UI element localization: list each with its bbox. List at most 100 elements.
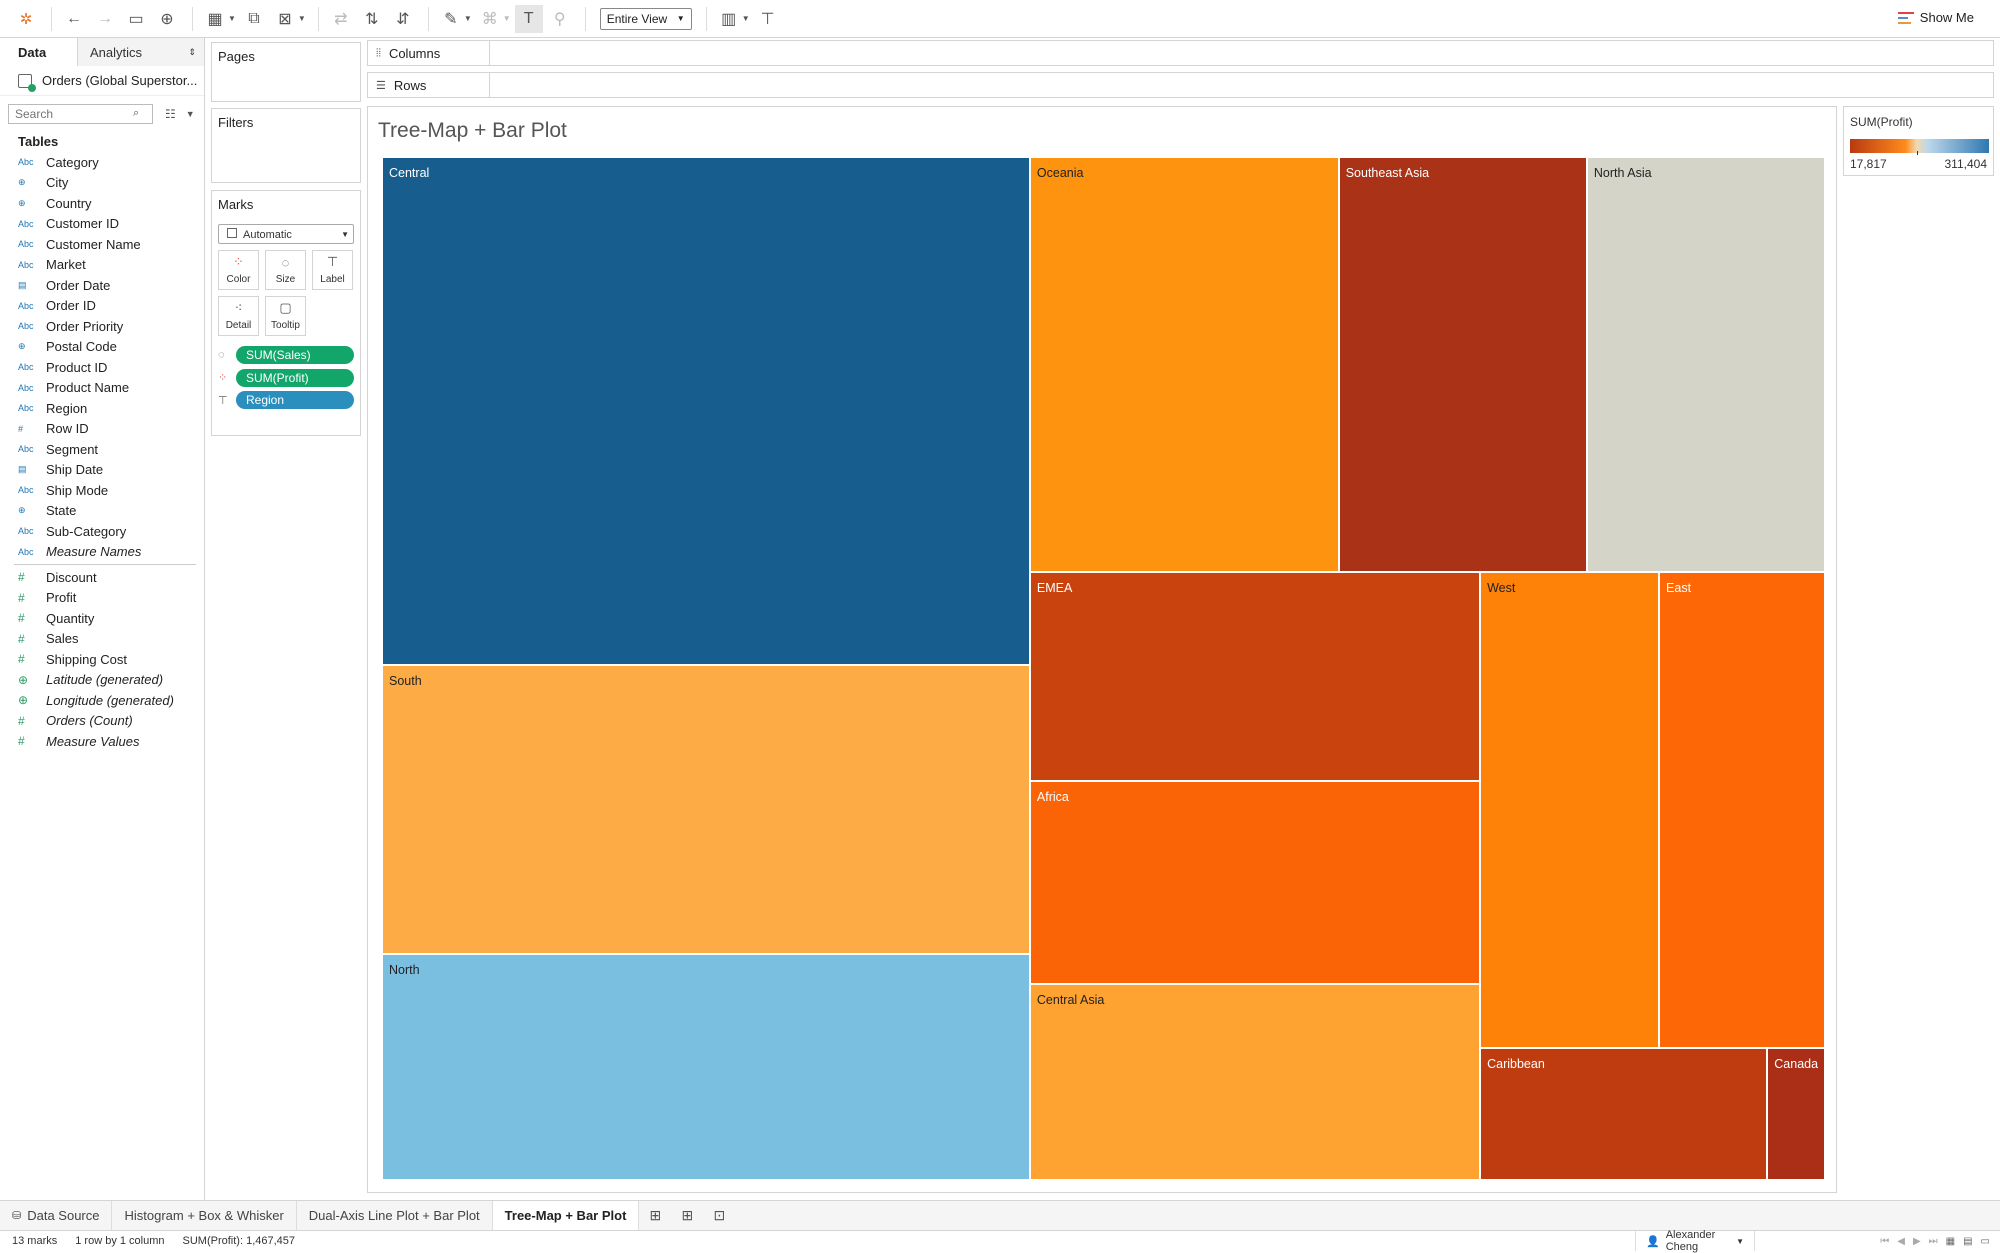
treemap-tile[interactable]: Caribbean xyxy=(1480,1048,1768,1180)
field-item[interactable]: # Sales xyxy=(0,629,204,650)
treemap-tile[interactable]: East xyxy=(1659,572,1825,1049)
clear-sheet-icon[interactable]: ⊠ xyxy=(271,5,299,33)
treemap-tile[interactable]: West xyxy=(1480,572,1660,1049)
field-item[interactable]: Abc Category xyxy=(0,152,204,173)
field-item[interactable]: # Measure Values xyxy=(0,731,204,752)
rows-shelf[interactable]: ☰ Rows xyxy=(367,72,1994,98)
new-worksheet-icon[interactable]: ⊞ xyxy=(639,1207,671,1224)
field-item[interactable]: Abc Region xyxy=(0,398,204,419)
field-item[interactable]: Abc Order Priority xyxy=(0,316,204,337)
list-view-icon[interactable]: ☷ xyxy=(165,107,176,121)
columns-shelf[interactable]: ⦙⦙ Columns xyxy=(367,40,1994,66)
new-story-icon[interactable]: ⊡ xyxy=(703,1207,735,1224)
save-icon[interactable]: ▭ xyxy=(122,5,150,33)
group-icon[interactable]: ⌘ xyxy=(476,5,504,33)
field-item[interactable]: ⊕ City xyxy=(0,173,204,194)
show-labels-icon[interactable]: T xyxy=(514,4,543,33)
chevron-down-icon[interactable]: ▼ xyxy=(186,109,195,119)
new-datasource-icon[interactable]: ⊕ xyxy=(153,5,181,33)
pill-sum-profit[interactable]: SUM(Profit) xyxy=(236,368,354,387)
pill-sum-sales[interactable]: SUM(Sales) xyxy=(236,346,354,365)
tabs-view-icon[interactable]: ▭ xyxy=(1981,1236,1990,1247)
field-item[interactable]: # Orders (Count) xyxy=(0,711,204,732)
pages-card[interactable]: Pages xyxy=(211,42,361,102)
duplicate-sheet-icon[interactable]: ⧉ xyxy=(240,5,268,33)
grid-view-icon[interactable]: ▦ xyxy=(1946,1236,1955,1247)
first-icon[interactable]: ⏮ xyxy=(1880,1236,1889,1247)
field-item[interactable]: # Quantity xyxy=(0,608,204,629)
field-item[interactable]: Abc Ship Mode xyxy=(0,480,204,501)
fix-axes-icon[interactable]: ⚲ xyxy=(546,5,574,33)
field-item[interactable]: Abc Sub-Category xyxy=(0,521,204,542)
group-caret-icon[interactable]: ▼ xyxy=(503,14,511,23)
show-cards-caret-icon[interactable]: ▼ xyxy=(742,14,750,23)
show-me-button[interactable]: Show Me xyxy=(1897,10,1974,25)
undo-icon[interactable]: ← xyxy=(60,5,88,33)
field-item[interactable]: Abc Market xyxy=(0,255,204,276)
label-button[interactable]: ⊤ Label xyxy=(312,250,353,290)
field-item[interactable]: Abc Measure Names xyxy=(0,542,204,563)
field-item[interactable]: Abc Order ID xyxy=(0,296,204,317)
treemap-tile[interactable]: North Asia xyxy=(1586,157,1825,573)
highlight-icon[interactable]: ✎ xyxy=(437,5,465,33)
tab-analytics[interactable]: Analytics ⇕ xyxy=(77,38,204,66)
mark-type-select[interactable]: Automatic ▼ xyxy=(218,224,354,244)
next-icon[interactable]: ▶ xyxy=(1913,1236,1921,1247)
redo-icon[interactable]: → xyxy=(91,5,119,33)
swap-icon[interactable]: ⇄ xyxy=(327,5,355,33)
field-item[interactable]: # Discount xyxy=(0,567,204,588)
treemap-tile[interactable]: Central Asia xyxy=(1029,983,1481,1180)
tab-sheet-histogram[interactable]: Histogram + Box & Whisker xyxy=(112,1200,297,1231)
presentation-icon[interactable]: ⊤ xyxy=(754,5,782,33)
field-item[interactable]: ⊕ State xyxy=(0,501,204,522)
prev-icon[interactable]: ◀ xyxy=(1897,1236,1905,1247)
treemap-tile[interactable]: South xyxy=(382,665,1030,954)
field-item[interactable]: # Row ID xyxy=(0,419,204,440)
search-input[interactable] xyxy=(8,104,153,124)
treemap-tile[interactable]: Central xyxy=(382,157,1030,666)
field-item[interactable]: # Shipping Cost xyxy=(0,649,204,670)
tab-data[interactable]: Data xyxy=(0,38,77,66)
field-item[interactable]: Abc Customer ID xyxy=(0,214,204,235)
color-legend[interactable]: SUM(Profit) 17,817 311,404 xyxy=(1843,106,1994,176)
field-item[interactable]: ⊕ Longitude (generated) xyxy=(0,690,204,711)
pill-region[interactable]: Region xyxy=(236,391,354,410)
field-item[interactable]: ⊕ Latitude (generated) xyxy=(0,670,204,691)
sort-ascending-icon[interactable]: ⇅ xyxy=(358,5,386,33)
field-item[interactable]: ▤ Order Date xyxy=(0,275,204,296)
tooltip-button[interactable]: ▢ Tooltip xyxy=(265,296,306,336)
field-item[interactable]: ▤ Ship Date xyxy=(0,460,204,481)
new-dashboard-icon[interactable]: ⊞ xyxy=(671,1207,703,1224)
field-item[interactable]: ⊕ Postal Code xyxy=(0,337,204,358)
field-item[interactable]: # Profit xyxy=(0,588,204,609)
user-menu[interactable]: 👤 Alexander Cheng ▼ xyxy=(1635,1229,1755,1253)
filmstrip-view-icon[interactable]: ▤ xyxy=(1963,1236,1972,1247)
color-button[interactable]: ⁘ Color xyxy=(218,250,259,290)
fit-select[interactable]: Entire View ▼ xyxy=(599,7,692,30)
viz-title[interactable]: Tree-Map + Bar Plot xyxy=(378,119,567,143)
detail-button[interactable]: ⁖ Detail xyxy=(218,296,259,336)
show-cards-icon[interactable]: ▥ xyxy=(715,5,743,33)
tab-sheet-dual-axis[interactable]: Dual-Axis Line Plot + Bar Plot xyxy=(297,1200,493,1231)
field-item[interactable]: Abc Segment xyxy=(0,439,204,460)
treemap-tile[interactable]: Africa xyxy=(1029,781,1481,984)
treemap-tile[interactable]: Canada xyxy=(1767,1048,1825,1180)
tab-sheet-treemap[interactable]: Tree-Map + Bar Plot xyxy=(492,1200,640,1231)
datasource-item[interactable]: Orders (Global Superstor... xyxy=(0,66,204,96)
tab-data-source[interactable]: ⛁ Data Source xyxy=(0,1200,113,1231)
treemap-tile[interactable]: EMEA xyxy=(1029,572,1481,782)
new-worksheet-caret-icon[interactable]: ▼ xyxy=(228,14,236,23)
treemap-tile[interactable]: Oceania xyxy=(1029,157,1339,573)
last-icon[interactable]: ⏭ xyxy=(1929,1236,1938,1247)
field-item[interactable]: Abc Product ID xyxy=(0,357,204,378)
tableau-logo-icon[interactable]: ✲ xyxy=(12,5,40,33)
new-worksheet-icon[interactable]: ▦ xyxy=(201,5,229,33)
sort-descending-icon[interactable]: ⇵ xyxy=(389,5,417,33)
clear-sheet-caret-icon[interactable]: ▼ xyxy=(298,14,306,23)
treemap-tile[interactable]: North xyxy=(382,953,1030,1180)
highlight-caret-icon[interactable]: ▼ xyxy=(464,14,472,23)
field-item[interactable]: Abc Product Name xyxy=(0,378,204,399)
filters-card[interactable]: Filters xyxy=(211,108,361,183)
treemap-tile[interactable]: Southeast Asia xyxy=(1338,157,1587,573)
field-item[interactable]: ⊕ Country xyxy=(0,193,204,214)
